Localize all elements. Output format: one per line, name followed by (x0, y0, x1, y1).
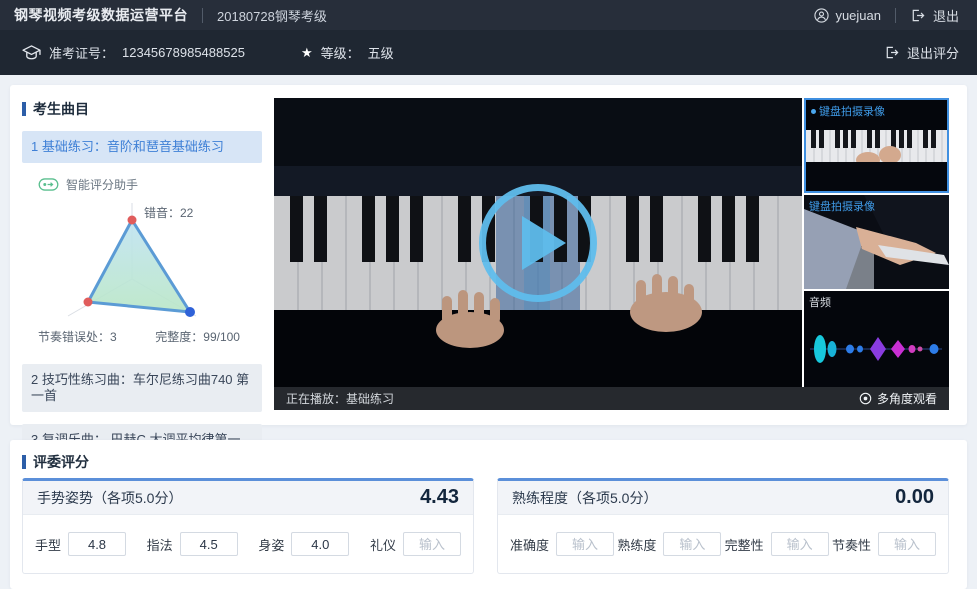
field-fingering: 指法 (147, 532, 238, 556)
exit-scoring-label: 退出评分 (907, 43, 959, 62)
audio-label: 音频 (809, 294, 831, 310)
side-view-1-label: 键盘拍摄录像 (811, 103, 885, 119)
user-icon (814, 8, 829, 23)
title-accent-bar (22, 455, 26, 469)
ticket-group: 准考证号： 12345678985488525 (22, 43, 245, 62)
score-card-gesture-title: 手势姿势（各项5.0分） (37, 488, 182, 508)
radar-label-errors: 错音：22 (144, 205, 194, 220)
playlist-item-1[interactable]: 1 基础练习：音阶和琶音基础练习 (22, 131, 262, 163)
star-icon: ★ (301, 45, 313, 61)
field-posture: 身姿 (258, 532, 349, 556)
logout-icon (910, 8, 925, 23)
multi-angle-button[interactable]: 多角度观看 (859, 390, 937, 407)
side-view-keyboard-1[interactable]: 键盘拍摄录像 (804, 98, 949, 193)
assistant-label: 智能评分助手 (66, 176, 138, 193)
radar-label-completeness: 完整度：99/100 (155, 329, 240, 344)
exam-panel: 考生曲目 1 基础练习：音阶和琶音基础练习 智能评分助手 (10, 85, 967, 425)
exit-scoring-button[interactable]: 退出评分 (884, 43, 959, 62)
radar-point-completeness (185, 307, 195, 317)
field-proficiency: 熟练度 (617, 532, 721, 556)
now-playing-text: 正在播放：基础练习 (286, 390, 394, 407)
username: yuejuan (835, 8, 881, 23)
score-card-proficiency-body: 准确度 熟练度 完整性 节奏性 (498, 515, 948, 573)
video-zone: 键盘拍摄录像 (274, 98, 949, 410)
divider (202, 8, 203, 23)
score-card-proficiency-title: 熟练程度（各项5.0分） (512, 488, 657, 508)
ticket-number: 12345678985488525 (122, 45, 245, 60)
score-card-gesture-header: 手势姿势（各项5.0分） 4.43 (23, 481, 473, 515)
hand-shape-input[interactable] (68, 532, 126, 556)
title-accent-bar (22, 102, 26, 116)
playlist-title: 考生曲目 (22, 99, 262, 119)
score-card-proficiency-total: 0.00 (895, 486, 934, 509)
radar-point-rhythm (84, 298, 93, 307)
level-label: 等级： (321, 43, 360, 62)
fingering-input[interactable] (180, 532, 238, 556)
eye-icon (859, 392, 872, 405)
score-card-gesture-total: 4.43 (420, 486, 459, 509)
accuracy-input[interactable] (556, 532, 614, 556)
radar-point-errors (128, 216, 137, 225)
field-rhythm: 节奏性 (832, 532, 936, 556)
divider (895, 8, 896, 23)
ticket-label: 准考证号： (49, 43, 114, 62)
play-button[interactable] (479, 184, 597, 302)
side-view-audio[interactable]: 音频 (804, 291, 949, 387)
score-card-proficiency-header: 熟练程度（各项5.0分） 0.00 (498, 481, 948, 515)
field-hand-shape: 手型 (35, 532, 126, 556)
side-view-keyboard-2[interactable]: 键盘拍摄录像 (804, 195, 949, 289)
radar-label-rhythm: 节奏错误处：3 (38, 330, 117, 344)
top-bar: 钢琴视频考级数据运营平台 20180728钢琴考级 yuejuan 退出 (0, 0, 977, 30)
score-card-gesture-body: 手型 指法 身姿 礼仪 (23, 515, 473, 573)
app-title: 钢琴视频考级数据运营平台 (14, 5, 188, 25)
play-icon (522, 216, 566, 270)
exit-scoring-icon (884, 45, 899, 60)
video-status-bar: 正在播放：基础练习 多角度观看 (274, 387, 949, 410)
session-title: 20180728钢琴考级 (217, 6, 327, 25)
side-camera-column: 键盘拍摄录像 (804, 98, 949, 387)
proficiency-input[interactable] (663, 532, 721, 556)
recording-dot-icon (811, 109, 816, 114)
level-group: ★ 等级： 五级 (301, 43, 394, 62)
score-card-proficiency: 熟练程度（各项5.0分） 0.00 准确度 熟练度 完整性 节奏性 (497, 478, 949, 574)
posture-input[interactable] (291, 532, 349, 556)
etiquette-input[interactable] (403, 532, 461, 556)
level-value: 五级 (368, 43, 394, 62)
judge-scoring-panel: 评委评分 手势姿势（各项5.0分） 4.43 手型 指法 身姿 礼仪 (10, 440, 967, 589)
radar-chart: 错音：22 节奏错误处：3 完整度：99/100 (24, 195, 262, 352)
field-completeness: 完整性 (725, 532, 829, 556)
completeness-input[interactable] (771, 532, 829, 556)
exam-info-bar: 准考证号： 12345678985488525 ★ 等级： 五级 退出评分 (0, 30, 977, 75)
graduation-cap-icon (22, 45, 41, 61)
side-view-2-label: 键盘拍摄录像 (809, 198, 875, 214)
logout-button[interactable]: 退出 (910, 6, 959, 25)
logout-label: 退出 (933, 6, 959, 25)
rhythm-input[interactable] (878, 532, 936, 556)
main-video[interactable] (274, 98, 802, 387)
radar-polygon (88, 220, 190, 312)
field-accuracy: 准确度 (510, 532, 614, 556)
smart-score-assistant: 智能评分助手 (38, 176, 262, 193)
field-etiquette: 礼仪 (370, 532, 461, 556)
score-card-gesture: 手势姿势（各项5.0分） 4.43 手型 指法 身姿 礼仪 (22, 478, 474, 574)
scoring-title: 评委评分 (22, 452, 89, 472)
user-menu[interactable]: yuejuan (814, 8, 881, 23)
playlist-item-2[interactable]: 2 技巧性练习曲：车尔尼练习曲740 第一首 (22, 364, 262, 412)
assistant-icon (38, 178, 59, 191)
